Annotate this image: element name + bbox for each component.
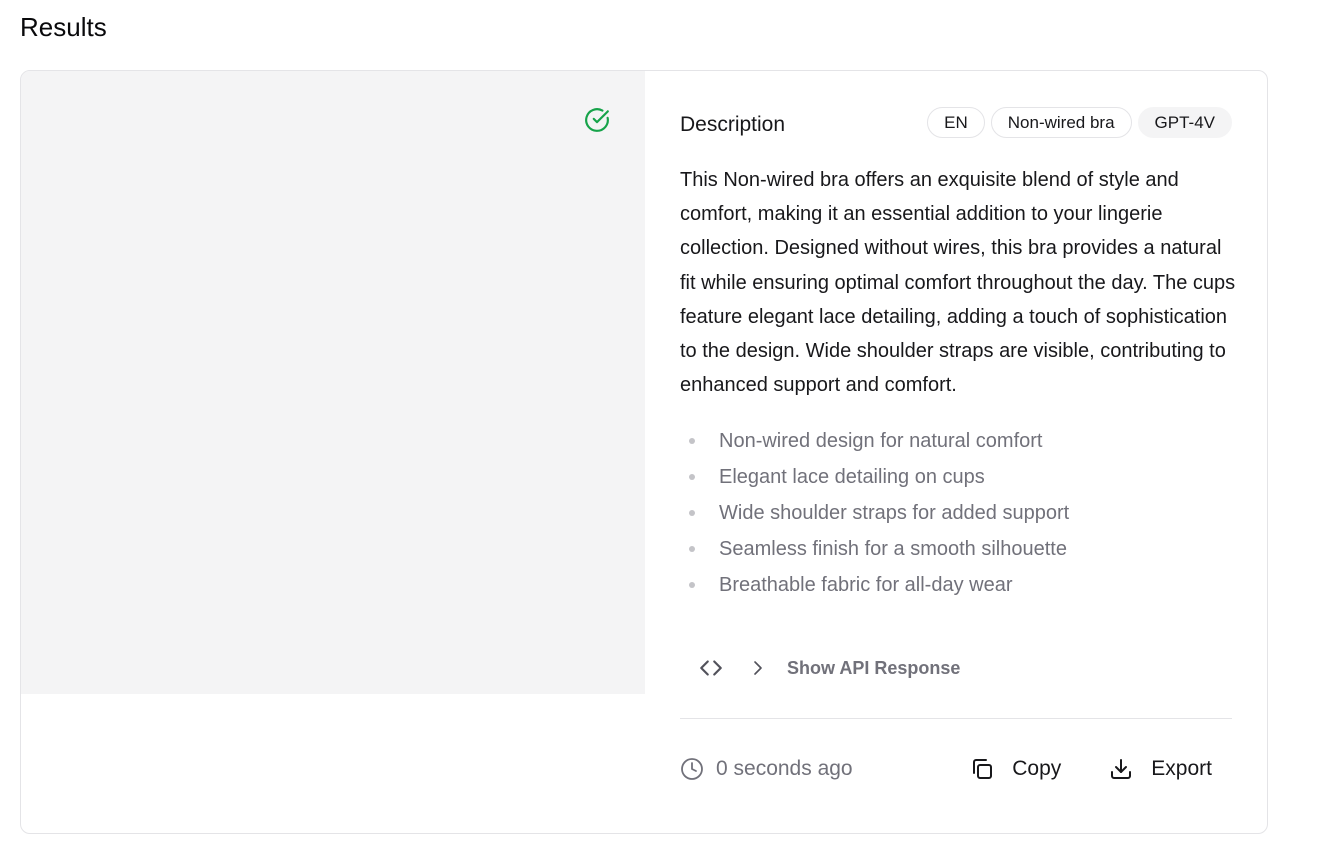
feature-text: Breathable fabric for all-day wear: [719, 574, 1013, 596]
timestamp-text: 0 seconds ago: [716, 757, 853, 780]
badge-group: EN Non-wired bra GPT-4V: [927, 107, 1232, 138]
code-icon: [700, 660, 722, 676]
export-button[interactable]: Export: [1109, 757, 1212, 781]
copy-icon: [973, 759, 993, 779]
feature-item: Breathable fabric for all-day wear: [680, 567, 1232, 603]
description-text: This Non-wired bra offers an exquisite b…: [680, 169, 1236, 397]
timestamp: 0 seconds ago: [680, 757, 853, 781]
api-response-toggle[interactable]: Show API Response: [698, 655, 960, 681]
copy-label: Copy: [1012, 757, 1062, 780]
feature-item: Elegant lace detailing on cups: [680, 459, 1232, 495]
bullet: [689, 582, 695, 588]
bullet: [689, 510, 695, 516]
feature-item: Non-wired design for natural comfort: [680, 423, 1232, 459]
result-card: Description EN Non-wired bra GPT-4V This…: [20, 70, 1268, 834]
language-badge: EN: [927, 107, 985, 138]
page-title: Results: [20, 12, 107, 42]
feature-text: Elegant lace detailing on cups: [719, 466, 985, 488]
model-badge: GPT-4V: [1137, 107, 1232, 138]
download-icon: [1111, 759, 1132, 779]
product-image-placeholder: [21, 71, 645, 694]
clock-icon: [681, 758, 703, 780]
description-heading: Description: [680, 113, 786, 136]
feature-text: Non-wired design for natural comfort: [719, 430, 1043, 452]
api-toggle-label: Show API Response: [787, 657, 961, 678]
check-circle-icon: [585, 108, 609, 132]
feature-item: Seamless finish for a smooth silhouette: [680, 531, 1232, 567]
category-badge: Non-wired bra: [990, 107, 1132, 138]
description-panel: Description EN Non-wired bra GPT-4V This…: [680, 71, 1235, 833]
bullet: [689, 474, 695, 480]
copy-button[interactable]: Copy: [970, 757, 1061, 781]
chevron-right-icon: [754, 661, 762, 675]
feature-item: Wide shoulder straps for added support: [680, 495, 1232, 531]
description-header: Description EN Non-wired bra GPT-4V: [680, 107, 1232, 139]
feature-text: Wide shoulder straps for added support: [719, 502, 1070, 524]
feature-list: Non-wired design for natural comfort Ele…: [680, 423, 1232, 603]
bullet: [689, 546, 695, 552]
bullet: [689, 438, 695, 444]
result-footer: 0 seconds ago Copy Export: [680, 757, 1232, 787]
export-label: Export: [1151, 757, 1212, 780]
divider: [680, 718, 1232, 719]
feature-text: Seamless finish for a smooth silhouette: [719, 538, 1067, 560]
action-group: Copy Export: [970, 757, 1212, 781]
